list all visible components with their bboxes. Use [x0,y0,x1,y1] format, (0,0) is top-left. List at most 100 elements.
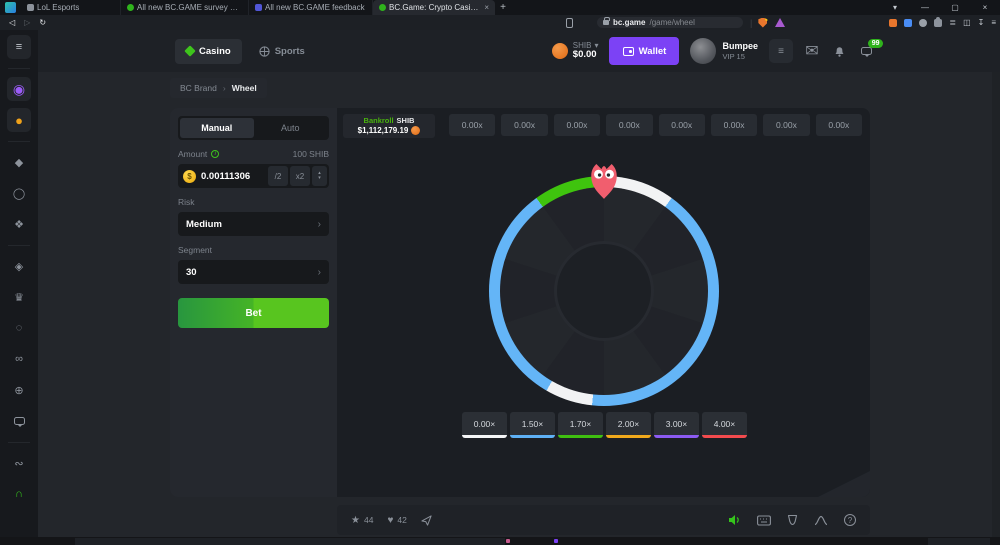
tab-bcgame-wheel-active[interactable]: BC.Game: Crypto Casino Games & × [373,0,495,15]
amount-stepper[interactable]: ▴ ▾ [312,166,327,186]
user-profile[interactable]: Bumpee VIP 15 [690,38,758,64]
history-result[interactable]: 0.00x [554,114,600,136]
tab-bcgame-feedback[interactable]: All new BC.GAME feedback [249,0,373,15]
sidebar-item-affiliate[interactable]: ⊕ [7,378,31,402]
extensions-puzzle-icon[interactable] [934,19,942,27]
seed-icon[interactable] [787,514,798,526]
sidebar-item-vip[interactable]: ♛ [7,285,31,309]
forward-icon: ▷ [24,18,30,27]
extension-icon-2[interactable] [904,19,912,27]
half-amount-button[interactable]: /2 [268,166,288,186]
double-amount-button[interactable]: x2 [290,166,310,186]
sound-icon[interactable] [728,514,741,526]
sidebar-item-casino[interactable]: ◆ [7,150,31,174]
history-result[interactable]: 0.00x [449,114,495,136]
browser-menu-icon[interactable]: ≡ [991,18,996,27]
history-result[interactable]: 0.00x [763,114,809,136]
sidebar-item-sports[interactable]: ◯ [7,181,31,205]
back-icon[interactable]: ◁ [9,18,15,27]
new-tab-button[interactable]: + [495,0,511,15]
browser-toolbar-icons: ≣ ◫ ↧ ≡ [889,18,996,27]
favorite-stat[interactable]: ★44 [351,515,373,526]
close-tab-icon[interactable]: × [484,3,489,12]
breadcrumb-section[interactable]: BC Brand [180,83,217,93]
username: Bumpee [722,41,758,52]
reading-list-icon[interactable]: ≣ [949,18,956,27]
share-button[interactable] [421,515,432,526]
fairness-wave-icon[interactable] [814,515,828,526]
history-result[interactable]: 0.00x [606,114,652,136]
bet-button[interactable]: Bet [178,298,329,328]
history-result[interactable]: 0.00x [501,114,547,136]
sidebar-item-forum[interactable] [7,409,31,433]
sidebar-item-support[interactable]: ∩ [7,482,31,506]
resize-handle[interactable] [818,471,870,497]
sidebar-menu-icon[interactable]: ≡ [7,35,31,59]
like-stat[interactable]: ♥42 [387,515,406,526]
multiplier-1[interactable]: 1.50× [510,412,555,438]
star-icon[interactable]: ★ [351,515,360,526]
help-icon[interactable]: ? [844,514,856,526]
multiplier-0[interactable]: 0.00× [462,412,507,438]
reload-icon[interactable]: ↻ [39,18,46,27]
site-sidebar: ≡ ◉ ● ◆ ◯ ❖ ◈ ♛ ◌ ∞ ⊕ ∾ ∩ [0,30,38,537]
tab-auto[interactable]: Auto [254,118,328,138]
tab-lol-esports[interactable]: LoL Esports [21,0,121,15]
currency-selector[interactable]: SHIB▾ $0.00 [552,41,599,61]
info-icon[interactable]: i [211,150,219,158]
avatar[interactable] [690,38,716,64]
bankroll-value: $1,112,179.19 [358,126,409,136]
save-page-icon[interactable] [566,18,573,28]
leaderboard-button[interactable]: ≡ [769,39,793,63]
downloads-icon[interactable]: ↧ [978,18,985,27]
tab-manual[interactable]: Manual [180,118,254,138]
multiplier-4[interactable]: 3.00× [654,412,699,438]
tab-bcgame-survey[interactable]: All new BC.GAME survey & feedback r [121,0,249,15]
multiplier-3[interactable]: 2.00× [606,412,651,438]
risk-label-row: Risk [178,196,329,208]
sidebar-item-lottery[interactable]: ❖ [7,212,31,236]
warning-triangle-icon[interactable] [775,18,785,27]
chevron-right-icon: › [318,267,321,278]
heart-icon[interactable]: ♥ [387,515,393,526]
url-path: /game/wheel [649,18,694,27]
game-canvas: BankrollSHIB $1,112,179.19 0.00x 0.00x 0… [337,108,870,497]
sidebar-item-promotions[interactable]: ◉ [7,77,31,101]
window-minimize-icon[interactable]: — [910,0,940,15]
history-result[interactable]: 0.00x [659,114,705,136]
casino-tab[interactable]: Casino [175,39,242,64]
side-panel-icon[interactable]: ◫ [963,18,971,27]
lock-icon[interactable] [603,20,609,25]
sidebar-item-links[interactable]: ∾ [7,451,31,475]
multiplier-2[interactable]: 1.70× [558,412,603,438]
extension-icon-3[interactable] [919,19,927,27]
risk-select[interactable]: Medium › [178,212,329,236]
segment-select[interactable]: 30 › [178,260,329,284]
multiplier-5[interactable]: 4.00× [702,412,747,438]
step-down-icon[interactable]: ▾ [318,176,321,182]
notifications-button[interactable] [831,45,847,57]
hotkeys-keyboard-icon[interactable] [757,515,771,526]
sidebar-item-bonus[interactable]: ◈ [7,254,31,278]
window-close-icon[interactable]: × [970,0,1000,15]
crown-icon: ♛ [14,291,24,304]
inbox-button[interactable]: ✉ [804,41,820,61]
sidebar-item-games[interactable]: ∞ [7,347,31,371]
browser-profile-icon[interactable] [5,2,16,13]
history-result[interactable]: 0.00x [816,114,862,136]
window-menu-icon[interactable]: ▾ [880,0,910,15]
adblock-shield-icon[interactable] [758,18,767,28]
sports-tab[interactable]: Sports [248,39,316,64]
sidebar-item-spin[interactable]: ◌ [7,316,31,340]
amount-input[interactable] [196,171,266,182]
bankroll-box: BankrollSHIB $1,112,179.19 [343,114,435,138]
wallet-icon [623,47,634,56]
sidebar-item-gold[interactable]: ● [7,108,31,132]
history-result[interactable]: 0.00x [711,114,757,136]
window-maximize-icon[interactable]: ▢ [940,0,970,15]
diamond-icon [184,45,195,56]
wallet-button[interactable]: Wallet [609,37,679,65]
chat-button[interactable]: 99 [858,47,874,55]
url-bar[interactable]: bc.game/game/wheel [597,17,743,28]
extension-icon-1[interactable] [889,19,897,27]
